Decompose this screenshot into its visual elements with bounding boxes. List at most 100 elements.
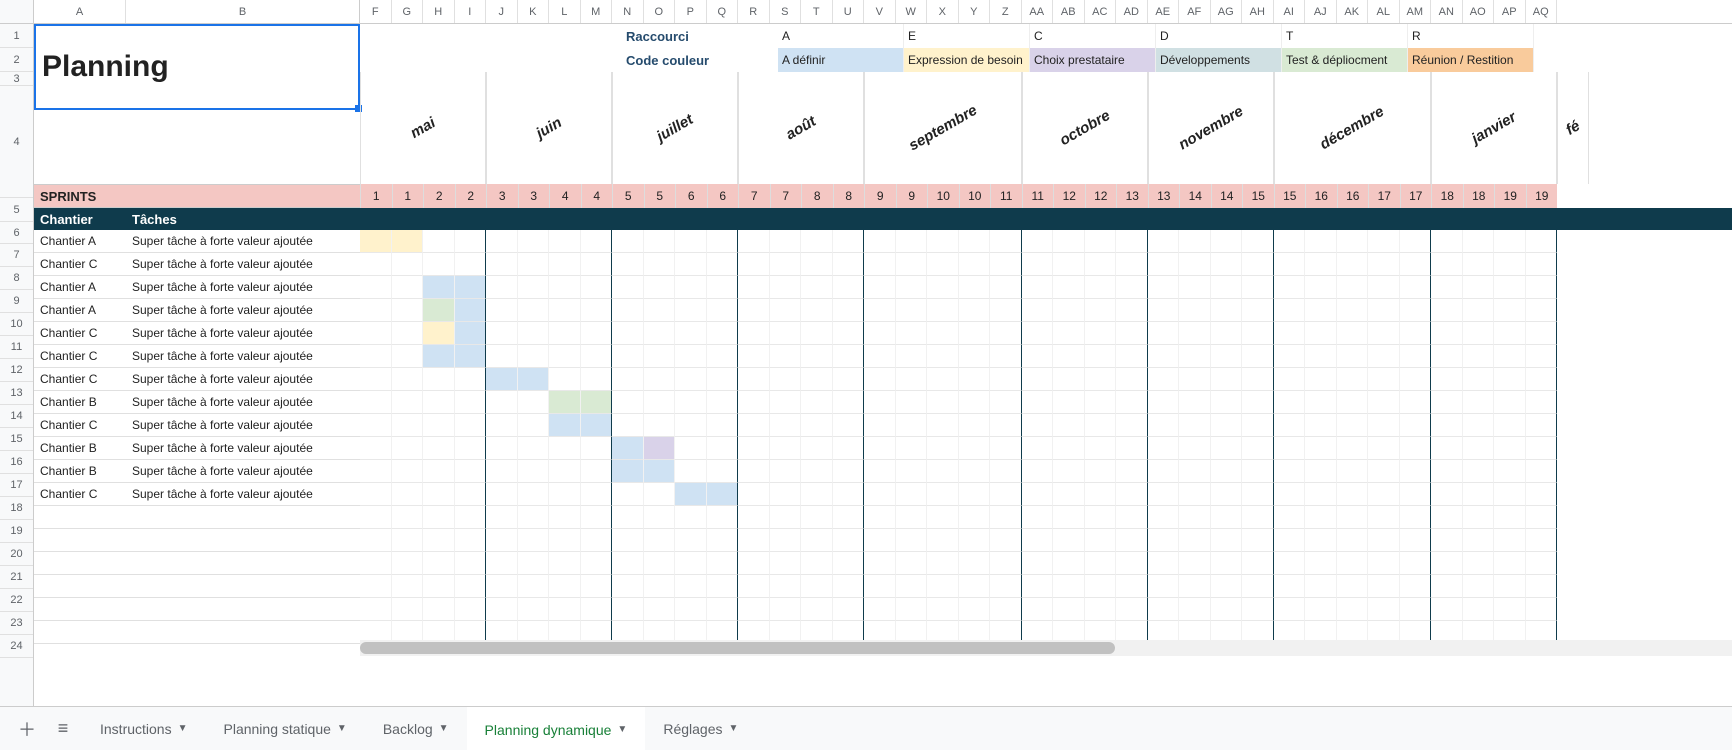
- gantt-cell[interactable]: [1116, 529, 1148, 552]
- gantt-cell[interactable]: [707, 253, 739, 276]
- gantt-cell[interactable]: [738, 253, 770, 276]
- table-row[interactable]: [34, 506, 360, 529]
- gantt-cell[interactable]: [1400, 322, 1432, 345]
- chantier-cell[interactable]: Chantier C: [34, 483, 126, 506]
- gantt-cell[interactable]: [360, 598, 392, 621]
- gantt-cell[interactable]: [518, 299, 550, 322]
- gantt-cell[interactable]: [1053, 230, 1085, 253]
- gantt-cell[interactable]: [612, 345, 644, 368]
- gantt-cell[interactable]: [423, 506, 455, 529]
- gantt-cell[interactable]: [990, 460, 1022, 483]
- row-number[interactable]: 12: [0, 359, 33, 382]
- gantt-cell[interactable]: [1022, 299, 1054, 322]
- gantt-cell[interactable]: [612, 322, 644, 345]
- col-header[interactable]: G: [392, 0, 424, 23]
- gantt-cell[interactable]: [1368, 506, 1400, 529]
- col-header[interactable]: AJ: [1305, 0, 1337, 23]
- gantt-cell[interactable]: [1337, 391, 1369, 414]
- gantt-cell[interactable]: [360, 368, 392, 391]
- gantt-cell[interactable]: [1053, 598, 1085, 621]
- gantt-cell[interactable]: [423, 368, 455, 391]
- chantier-cell[interactable]: Chantier B: [34, 460, 126, 483]
- gantt-cell[interactable]: [833, 253, 865, 276]
- gantt-cell[interactable]: [990, 368, 1022, 391]
- gantt-cell[interactable]: [1085, 483, 1117, 506]
- chantier-cell[interactable]: Chantier A: [34, 276, 126, 299]
- gantt-cell[interactable]: [1053, 529, 1085, 552]
- gantt-cell[interactable]: [1274, 253, 1306, 276]
- gantt-cell[interactable]: [1085, 253, 1117, 276]
- gantt-cell[interactable]: [833, 391, 865, 414]
- gantt-cell[interactable]: [1274, 437, 1306, 460]
- gantt-cell[interactable]: [1463, 322, 1495, 345]
- gantt-cell[interactable]: [1337, 414, 1369, 437]
- gantt-cell[interactable]: [1463, 368, 1495, 391]
- gantt-cell[interactable]: [1085, 276, 1117, 299]
- gantt-cell[interactable]: [1463, 598, 1495, 621]
- gantt-cell[interactable]: [1116, 230, 1148, 253]
- gantt-cell[interactable]: [549, 598, 581, 621]
- gantt-cell[interactable]: [1400, 506, 1432, 529]
- col-header[interactable]: K: [518, 0, 550, 23]
- gantt-cell[interactable]: [801, 437, 833, 460]
- gantt-cell[interactable]: [486, 552, 518, 575]
- gantt-cell[interactable]: [707, 276, 739, 299]
- gantt-cell[interactable]: [1305, 391, 1337, 414]
- col-header[interactable]: R: [738, 0, 770, 23]
- gantt-cell[interactable]: [392, 598, 424, 621]
- gantt-cell[interactable]: [644, 299, 676, 322]
- gantt-cell[interactable]: [1085, 552, 1117, 575]
- gantt-cell[interactable]: [1400, 253, 1432, 276]
- gantt-cell[interactable]: [518, 529, 550, 552]
- gantt-cell[interactable]: [990, 345, 1022, 368]
- gantt-cell[interactable]: [612, 506, 644, 529]
- gantt-cell[interactable]: [990, 230, 1022, 253]
- gantt-cell[interactable]: [423, 483, 455, 506]
- gantt-area[interactable]: [360, 230, 1557, 644]
- gantt-cell[interactable]: [1400, 552, 1432, 575]
- gantt-cell[interactable]: [864, 414, 896, 437]
- gantt-cell[interactable]: [707, 506, 739, 529]
- gantt-cell[interactable]: [738, 391, 770, 414]
- gantt-cell[interactable]: [707, 230, 739, 253]
- gantt-cell[interactable]: [549, 230, 581, 253]
- gantt-cell[interactable]: [581, 437, 613, 460]
- gantt-cell[interactable]: [801, 253, 833, 276]
- gantt-cell[interactable]: [1305, 529, 1337, 552]
- gantt-cell[interactable]: [959, 437, 991, 460]
- gantt-cell[interactable]: [1211, 368, 1243, 391]
- gantt-cell[interactable]: [1463, 437, 1495, 460]
- gantt-cell[interactable]: [518, 506, 550, 529]
- gantt-cell[interactable]: [455, 391, 487, 414]
- gantt-cell[interactable]: [1242, 460, 1274, 483]
- gantt-cell[interactable]: [1053, 575, 1085, 598]
- gantt-cell[interactable]: [770, 437, 802, 460]
- gantt-cell[interactable]: [1085, 230, 1117, 253]
- gantt-cell[interactable]: [1305, 506, 1337, 529]
- gantt-cell[interactable]: [1085, 460, 1117, 483]
- gantt-cell[interactable]: [707, 414, 739, 437]
- col-header[interactable]: AQ: [1526, 0, 1558, 23]
- gantt-cell[interactable]: [1116, 483, 1148, 506]
- row-number[interactable]: 5: [0, 198, 33, 222]
- row-number[interactable]: 17: [0, 474, 33, 497]
- chantier-cell[interactable]: Chantier C: [34, 368, 126, 391]
- gantt-cell[interactable]: [1022, 552, 1054, 575]
- gantt-cell[interactable]: [1116, 276, 1148, 299]
- row-number[interactable]: 18: [0, 497, 33, 520]
- row-number[interactable]: 11: [0, 336, 33, 359]
- table-row[interactable]: Chantier CSuper tâche à forte valeur ajo…: [34, 345, 360, 368]
- gantt-cell[interactable]: [581, 230, 613, 253]
- gantt-cell[interactable]: [1022, 575, 1054, 598]
- row-number[interactable]: 22: [0, 589, 33, 612]
- sheet-tab[interactable]: Planning statique▼: [206, 707, 365, 750]
- gantt-cell[interactable]: [833, 299, 865, 322]
- table-row[interactable]: [34, 598, 360, 621]
- gantt-cell[interactable]: [801, 529, 833, 552]
- gantt-cell[interactable]: [833, 230, 865, 253]
- gantt-cell[interactable]: [486, 276, 518, 299]
- gantt-cell[interactable]: [927, 230, 959, 253]
- gantt-cell[interactable]: [1463, 575, 1495, 598]
- gantt-cell[interactable]: [1116, 391, 1148, 414]
- gantt-cell[interactable]: [423, 322, 455, 345]
